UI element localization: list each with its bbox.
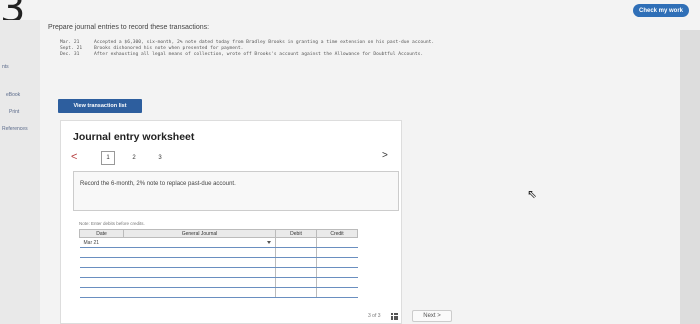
rail-item-ebook[interactable]: eBook — [6, 92, 20, 98]
task-description: Record the 6-month, 2% note to replace p… — [73, 171, 399, 211]
next-question-button[interactable]: Next > — [412, 310, 452, 322]
credit-input[interactable] — [316, 267, 358, 278]
table-row — [79, 247, 358, 258]
step-3[interactable]: 3 — [153, 151, 167, 165]
col-date: Date — [79, 229, 124, 238]
step-1[interactable]: 1 — [101, 151, 115, 165]
worksheet-title: Journal entry worksheet — [73, 131, 195, 143]
rail-item-references[interactable]: References — [2, 126, 28, 132]
debit-input[interactable] — [275, 247, 317, 258]
account-select[interactable] — [123, 267, 276, 278]
instructions: Prepare journal entries to record these … — [48, 24, 210, 31]
account-select[interactable] — [123, 287, 276, 298]
entry-note: Note: Enter debits before credits. — [79, 221, 145, 226]
date-cell — [79, 247, 124, 258]
date-cell — [79, 267, 124, 278]
step-2[interactable]: 2 — [127, 151, 141, 165]
left-rail: nts eBook Print References — [0, 20, 40, 324]
right-scroll-rail — [680, 30, 700, 324]
date-cell: Mar 21 — [79, 237, 124, 248]
account-select[interactable] — [123, 237, 276, 248]
col-credit: Credit — [316, 229, 358, 238]
transaction-text: After exhausting all legal means of coll… — [94, 52, 424, 57]
journal-table: Date General Journal Debit Credit Mar 21 — [79, 229, 358, 298]
journal-entry-worksheet: Journal entry worksheet < 1 2 3 Record t… — [60, 120, 402, 324]
credit-input[interactable] — [316, 257, 358, 268]
debit-input[interactable] — [275, 277, 317, 288]
transaction-row: Dec. 31 After exhausting all legal means… — [60, 52, 520, 58]
col-debit: Debit — [275, 229, 317, 238]
date-cell — [79, 287, 124, 298]
chevron-down-icon[interactable] — [267, 240, 271, 244]
table-row — [79, 277, 358, 288]
table-row — [79, 267, 358, 278]
account-select[interactable] — [123, 257, 276, 268]
rail-item-print[interactable]: Print — [9, 109, 19, 115]
transactions-list: Mar. 21 Accepted a $6,300, six-month, 2%… — [60, 40, 520, 58]
grid-icon[interactable] — [391, 313, 398, 320]
mouse-cursor-icon: ⇖ — [527, 187, 538, 201]
debit-input[interactable] — [275, 267, 317, 278]
page-indicator: 3 of 3 — [368, 313, 381, 319]
prev-step-button[interactable]: < — [71, 151, 77, 163]
credit-input[interactable] — [316, 287, 358, 298]
credit-input[interactable] — [316, 247, 358, 258]
table-row: Mar 21 — [79, 237, 358, 248]
debit-input[interactable] — [275, 237, 317, 248]
table-row — [79, 257, 358, 268]
rail-item-points: nts — [2, 64, 9, 70]
debit-input[interactable] — [275, 287, 317, 298]
credit-input[interactable] — [316, 277, 358, 288]
table-row — [79, 287, 358, 298]
check-my-work-button[interactable]: Check my work — [633, 4, 689, 17]
col-general-journal: General Journal — [123, 229, 276, 238]
debit-input[interactable] — [275, 257, 317, 268]
next-step-button[interactable]: > — [382, 150, 388, 161]
date-cell — [79, 277, 124, 288]
account-select[interactable] — [123, 247, 276, 258]
date-cell — [79, 257, 124, 268]
transaction-date: Dec. 31 — [60, 52, 80, 57]
account-select[interactable] — [123, 277, 276, 288]
view-transaction-list-button[interactable]: View transaction list — [58, 99, 142, 113]
credit-input[interactable] — [316, 237, 358, 248]
